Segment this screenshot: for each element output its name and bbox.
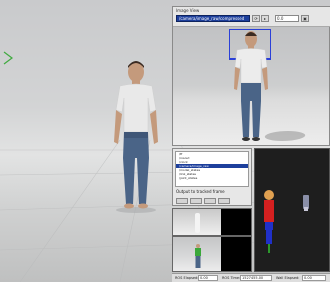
rotation-field[interactable]: 0.0 (275, 15, 299, 22)
duplicate-button[interactable] (218, 198, 230, 204)
person-in-camera (234, 31, 268, 141)
camera-toolbar: Image View /camera/image_raw/compressed … (173, 7, 330, 27)
depth-person (195, 213, 200, 233)
ros-elapsed-value: 0.00 (198, 275, 218, 281)
ros-time-value: 1527455.00 (240, 275, 272, 281)
application-window: Image View /camera/image_raw/compressed … (0, 0, 330, 282)
remove-button[interactable] (190, 198, 202, 204)
tracked-frame-label: Output to tracked frame (176, 189, 225, 194)
depth-image-view[interactable] (172, 208, 252, 236)
status-bar: ROS Elapsed: 0.00 ROS Time: 1527455.00 W… (172, 273, 330, 282)
camera-image-view[interactable] (173, 27, 329, 145)
robot-markers (264, 190, 309, 253)
list-item[interactable]: /joint_states (176, 176, 248, 180)
wall-elapsed-label: Wall Elapsed: (276, 276, 300, 280)
person-shadow (262, 131, 308, 141)
rename-button[interactable] (204, 198, 216, 204)
rgb-person (195, 244, 201, 268)
topic-list-panel: /tf /rosout /clock /camera/image_raw /mo… (172, 148, 252, 206)
ros-elapsed-label: ROS Elapsed: (175, 276, 199, 280)
axis-marker (3, 51, 13, 65)
ros-time-label: ROS Time: (222, 276, 241, 280)
play-button[interactable]: ▸ (261, 15, 269, 22)
save-image-button[interactable]: ▣ (301, 15, 309, 22)
rgb-image-view[interactable] (172, 236, 252, 272)
camera-image-panel: Image View /camera/image_raw/compressed … (172, 6, 330, 146)
add-button[interactable] (176, 198, 188, 204)
rviz-3d-view[interactable] (254, 148, 330, 272)
topic-select[interactable]: /camera/image_raw/compressed (176, 15, 250, 22)
topic-list[interactable]: /tf /rosout /clock /camera/image_raw /mo… (175, 151, 249, 187)
person-model[interactable] (108, 58, 164, 218)
camera-panel-title: Image View (176, 8, 200, 13)
wall-elapsed-value: 0.00 (302, 275, 326, 281)
refresh-button[interactable]: ⟳ (252, 15, 260, 22)
